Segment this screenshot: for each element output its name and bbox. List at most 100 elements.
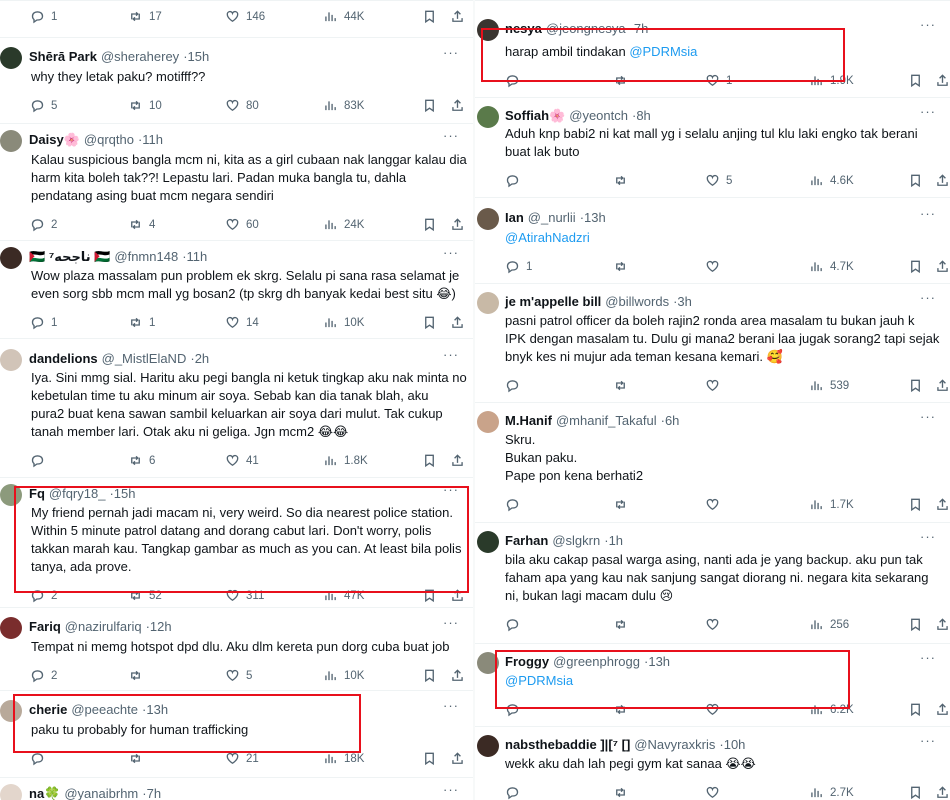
bookmark-button[interactable] xyxy=(908,173,923,188)
views-button[interactable]: 1.7K xyxy=(809,497,854,512)
like-button[interactable]: 60 xyxy=(225,217,259,232)
display-name[interactable]: Farhan xyxy=(505,533,548,548)
reply-button[interactable]: 2 xyxy=(30,668,57,683)
repost-button[interactable] xyxy=(128,751,149,766)
display-name[interactable]: nesya xyxy=(505,21,542,36)
handle[interactable]: @nazirulfariq xyxy=(65,619,142,634)
author-line[interactable]: Daisy🌸 @qrqtho ·11h xyxy=(29,132,163,148)
like-button[interactable] xyxy=(705,785,726,800)
reply-button[interactable] xyxy=(505,497,526,512)
avatar[interactable] xyxy=(477,106,499,128)
display-name[interactable]: Soffiah🌸 xyxy=(505,108,565,123)
timestamp[interactable]: 1h xyxy=(609,533,623,548)
display-name[interactable]: je m'appelle bill xyxy=(505,294,601,309)
left-tweet-5[interactable]: Fq @fqry18_ ·15h ··· My friend pernah jadi m… xyxy=(0,477,473,607)
avatar[interactable] xyxy=(0,47,22,69)
share-button[interactable] xyxy=(450,751,465,766)
left-tweet-7[interactable]: cherie @peeachte ·13h ··· paku tu probably f… xyxy=(0,690,473,777)
bookmark-button[interactable] xyxy=(422,751,437,766)
repost-button[interactable] xyxy=(613,173,634,188)
avatar[interactable] xyxy=(477,652,499,674)
repost-button[interactable]: 6 xyxy=(128,453,155,468)
avatar[interactable] xyxy=(477,411,499,433)
views-button[interactable]: 256 xyxy=(809,617,849,632)
reply-button[interactable] xyxy=(30,453,51,468)
display-name[interactable]: na🍀 xyxy=(29,786,60,800)
avatar[interactable] xyxy=(477,208,499,230)
handle[interactable]: @jeongnesya xyxy=(546,21,626,36)
repost-button[interactable]: 4 xyxy=(128,217,155,232)
display-name[interactable]: Fariq xyxy=(29,619,61,634)
mention-link[interactable]: @AtirahNadzri xyxy=(505,230,590,245)
timestamp[interactable]: 10h xyxy=(724,737,746,752)
bookmark-button[interactable] xyxy=(422,453,437,468)
views-button[interactable]: 10K xyxy=(323,668,364,683)
left-tweet-2[interactable]: Daisy🌸 @qrqtho ·11h ··· Kalau suspicious ban… xyxy=(0,123,473,240)
display-name[interactable]: M.Hanif xyxy=(505,413,552,428)
avatar[interactable] xyxy=(477,19,499,41)
reply-button[interactable]: 2 xyxy=(30,217,57,232)
author-line[interactable]: Shērā Park @sheraherey ·15h xyxy=(29,49,209,64)
bookmark-button[interactable] xyxy=(422,9,437,24)
right-tweet-7[interactable]: nabsthebaddie ]|[⁷ [] @Navyraxkris ·10h ···… xyxy=(475,726,950,800)
bookmark-button[interactable] xyxy=(422,217,437,232)
repost-button[interactable] xyxy=(128,668,149,683)
reply-button[interactable]: 2 xyxy=(30,588,57,603)
like-button[interactable] xyxy=(705,497,726,512)
mention-link[interactable]: @PDRMsia xyxy=(505,673,573,688)
bookmark-button[interactable] xyxy=(422,588,437,603)
more-options-button[interactable]: ··· xyxy=(443,347,459,362)
more-options-button[interactable]: ··· xyxy=(443,128,459,143)
share-button[interactable] xyxy=(935,73,950,88)
author-line[interactable]: dandelions @_MistlElaND ·2h xyxy=(29,351,209,366)
share-button[interactable] xyxy=(935,702,950,717)
share-button[interactable] xyxy=(450,588,465,603)
right-tweet-1[interactable]: Soffiah🌸 @yeontch ·8h ··· Aduh knp babi2 ni … xyxy=(475,97,950,197)
handle[interactable]: @Navyraxkris xyxy=(634,737,715,752)
reply-button[interactable] xyxy=(505,785,526,800)
avatar[interactable] xyxy=(0,349,22,371)
more-options-button[interactable]: ··· xyxy=(920,104,936,119)
like-button[interactable] xyxy=(705,378,726,393)
display-name[interactable]: 🇵🇸 ناجحه⁷ 🇵🇸 xyxy=(29,249,110,264)
author-line[interactable]: cherie @peeachte ·13h xyxy=(29,702,168,717)
timestamp[interactable]: 11h xyxy=(142,132,163,147)
handle[interactable]: @_MistlElaND xyxy=(102,351,187,366)
bookmark-button[interactable] xyxy=(422,315,437,330)
repost-button[interactable] xyxy=(613,259,634,274)
bookmark-button[interactable] xyxy=(908,497,923,512)
more-options-button[interactable]: ··· xyxy=(920,733,936,748)
share-button[interactable] xyxy=(450,453,465,468)
right-tweet-6[interactable]: Froggy @greenphrogg ·13h ··· @PDRMsia 6.2K xyxy=(475,643,950,726)
display-name[interactable]: cherie xyxy=(29,702,67,717)
avatar[interactable] xyxy=(0,247,22,269)
author-line[interactable]: Fariq @nazirulfariq ·12h xyxy=(29,619,172,634)
timestamp[interactable]: 12h xyxy=(150,619,172,634)
share-button[interactable] xyxy=(450,668,465,683)
reply-button[interactable] xyxy=(30,751,51,766)
bookmark-button[interactable] xyxy=(422,668,437,683)
reply-button[interactable]: 1 xyxy=(30,315,57,330)
views-button[interactable]: 10K xyxy=(323,315,364,330)
right-tweet-3[interactable]: je m'appelle bill @billwords ·3h ··· pasni p… xyxy=(475,283,950,402)
like-button[interactable]: 311 xyxy=(225,588,264,603)
avatar[interactable] xyxy=(0,484,22,506)
handle[interactable]: @fnmn148 xyxy=(114,249,178,264)
handle[interactable]: @yanaibrhm xyxy=(64,786,138,800)
bookmark-button[interactable] xyxy=(908,785,923,800)
share-button[interactable] xyxy=(450,315,465,330)
reply-button[interactable] xyxy=(505,73,526,88)
repost-button[interactable] xyxy=(613,785,634,800)
like-button[interactable]: 5 xyxy=(225,668,252,683)
reply-button[interactable] xyxy=(505,702,526,717)
author-line[interactable]: Ian @_nurlii ·13h xyxy=(505,210,606,225)
views-button[interactable]: 47K xyxy=(323,588,364,603)
display-name[interactable]: nabsthebaddie ]|[⁷ [] xyxy=(505,737,630,752)
repost-button[interactable] xyxy=(613,497,634,512)
like-button[interactable] xyxy=(705,702,726,717)
left-tweet-4[interactable]: dandelions @_MistlElaND ·2h ··· Iya. Sini mm… xyxy=(0,338,473,477)
handle[interactable]: @slgkrn xyxy=(552,533,600,548)
mention-link[interactable]: @PDRMsia xyxy=(629,44,697,59)
timestamp[interactable]: 13h xyxy=(648,654,670,669)
views-button[interactable]: 24K xyxy=(323,217,364,232)
